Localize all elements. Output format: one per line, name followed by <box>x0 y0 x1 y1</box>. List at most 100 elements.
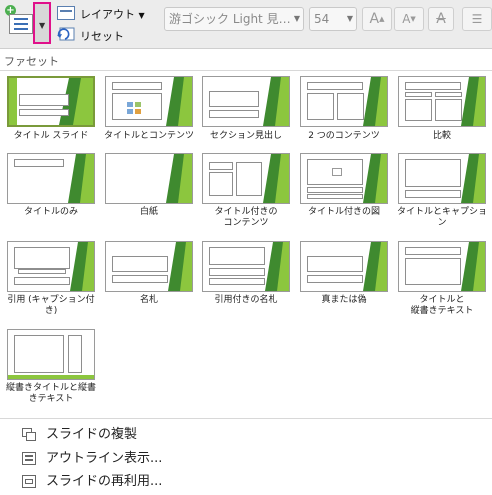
grow-font-icon: A <box>369 11 380 27</box>
menu-label: スライドの再利用... <box>46 474 163 489</box>
bullet-list-icon: ☰ <box>471 12 483 26</box>
text-placeholder <box>209 278 265 285</box>
title-placeholder <box>209 91 259 107</box>
layout-thumb-quote-with-caption[interactable] <box>7 241 95 292</box>
layout-label: セクション見出し <box>209 131 282 141</box>
layout-thumb-name-card[interactable] <box>105 241 193 292</box>
layout-thumb-title-and-caption[interactable] <box>398 153 486 204</box>
layout-label: 2 つのコンテンツ <box>308 131 380 141</box>
caption-placeholder <box>18 269 66 274</box>
title-placeholder <box>209 162 233 170</box>
new-slide-dropdown-button[interactable]: ▼ <box>33 2 51 44</box>
quote-placeholder <box>209 247 265 265</box>
layout-thumb-quote-name-card[interactable] <box>202 241 290 292</box>
vertical-text-placeholder <box>405 258 461 285</box>
text-placeholder <box>307 275 363 283</box>
text-placeholder <box>112 275 168 283</box>
menu-label: アウトライン表示... <box>46 451 163 466</box>
layout-label: タイトル付きの コンテンツ <box>214 207 278 228</box>
layout-label: 名札 <box>139 295 158 305</box>
layout-label: 縦書きタイトルと縦書 きテキスト <box>5 383 96 404</box>
layout-thumb-two-content[interactable] <box>300 76 388 127</box>
layout-label: タイトルとコンテンツ <box>103 131 194 141</box>
theme-name: ファセット <box>4 55 59 68</box>
layout-thumb-picture-with-caption[interactable] <box>300 153 388 204</box>
chevron-down-icon: ▼ <box>293 14 300 23</box>
reset-button[interactable]: リセット <box>80 28 124 44</box>
layout-label: 比較 <box>432 131 451 141</box>
slide-icon <box>9 14 33 34</box>
layout-label: レイアウト <box>80 8 135 21</box>
text-placeholder <box>14 277 70 285</box>
clear-formatting-button[interactable]: A <box>428 7 454 31</box>
content-placeholder-left <box>405 99 432 121</box>
content-placeholder <box>236 162 262 196</box>
text-placeholder <box>405 190 461 198</box>
layout-label: タイトル スライド <box>13 131 89 141</box>
green-band <box>9 78 17 125</box>
reset-label: リセット <box>80 30 124 43</box>
text-placeholder <box>307 194 363 199</box>
vertical-text-placeholder <box>14 335 64 373</box>
layout-label: 真または偽 <box>321 295 367 305</box>
chevron-down-icon: ▼ <box>39 21 46 30</box>
content-placeholder <box>112 93 162 120</box>
grow-font-button[interactable]: A▲ <box>362 7 392 31</box>
title-placeholder <box>112 82 162 90</box>
content-placeholder-right <box>435 99 462 121</box>
green-accent <box>68 154 94 203</box>
title-placeholder <box>405 247 461 255</box>
font-name-value: 游ゴシック Light 見… <box>169 12 291 26</box>
font-size-field[interactable]: 54 ▼ <box>309 7 357 31</box>
title-placeholder <box>307 82 363 90</box>
quote-placeholder <box>14 247 70 269</box>
title-placeholder <box>19 94 69 106</box>
new-slide-button[interactable]: + <box>4 4 34 42</box>
content-placeholder-right <box>337 93 364 120</box>
subtitle-placeholder <box>19 109 69 116</box>
title-placeholder <box>307 187 363 193</box>
layout-button[interactable]: レイアウト ▼ <box>80 6 145 22</box>
text-placeholder <box>209 172 233 196</box>
layout-thumb-blank[interactable] <box>105 153 193 204</box>
vertical-title-placeholder <box>68 335 82 373</box>
shrink-font-button[interactable]: A▼ <box>394 7 424 31</box>
title-placeholder <box>112 256 168 272</box>
layout-thumb-comparison[interactable] <box>398 76 486 127</box>
eraser-icon: A <box>436 11 446 27</box>
heading-right <box>435 92 462 97</box>
layout-gallery-panel: ファセット タイトル スライド タイトルとコンテンツ セクション見出し 2 つの… <box>0 49 492 495</box>
layout-thumb-section-header[interactable] <box>202 76 290 127</box>
layout-label: タイトルのみ <box>23 207 78 217</box>
outline-icon <box>22 452 36 465</box>
divider <box>0 70 492 71</box>
bullets-button[interactable]: ☰ <box>462 7 492 31</box>
text-placeholder <box>209 110 259 118</box>
layout-thumb-vertical-title-text[interactable] <box>7 329 95 380</box>
layout-label: 引用付きの名札 <box>214 295 278 305</box>
title-placeholder <box>405 159 461 187</box>
font-name-field[interactable]: 游ゴシック Light 見… ▼ <box>164 7 304 31</box>
layout-icon[interactable] <box>57 6 75 20</box>
menu-label: スライドの複製 <box>46 427 138 442</box>
duplicate-slide-icon <box>22 428 36 441</box>
layout-thumb-true-or-false[interactable] <box>300 241 388 292</box>
divider <box>0 418 492 419</box>
layout-thumb-content-with-caption[interactable] <box>202 153 290 204</box>
layout-thumb-title-content[interactable] <box>105 76 193 127</box>
title-placeholder <box>209 268 265 276</box>
layout-label: タイトル付きの図 <box>307 207 380 217</box>
heading-left <box>405 92 432 97</box>
green-accent <box>166 154 192 203</box>
chevron-down-icon: ▼ <box>138 11 145 20</box>
title-placeholder <box>14 159 64 167</box>
layout-label: 白紙 <box>139 207 158 217</box>
reset-icon[interactable] <box>57 27 75 41</box>
layout-thumb-title-slide[interactable] <box>7 76 95 127</box>
title-placeholder <box>307 256 363 272</box>
layout-thumb-title-vertical-text[interactable] <box>398 241 486 292</box>
chevron-down-icon: ▼ <box>346 14 353 23</box>
title-placeholder <box>405 82 461 90</box>
layout-thumb-title-only[interactable] <box>7 153 95 204</box>
content-placeholder-left <box>307 93 334 120</box>
